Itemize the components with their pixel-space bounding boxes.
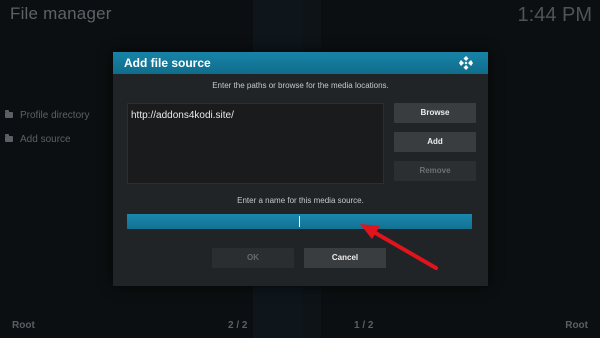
- add-button[interactable]: Add: [394, 132, 476, 152]
- path-list-item[interactable]: http://addons4kodi.site/: [131, 110, 234, 121]
- footer-left-label: Root: [12, 320, 35, 331]
- window-title: File manager: [10, 4, 112, 23]
- dialog-title: Add file source: [124, 56, 211, 70]
- path-list: http://addons4kodi.site/: [127, 103, 384, 184]
- clock: 1:44 PM: [517, 4, 592, 26]
- dialog-header: Add file source: [113, 52, 488, 74]
- sidebar-item-label: Add source: [20, 133, 71, 145]
- text-cursor: [299, 216, 300, 227]
- path-instruction: Enter the paths or browse for the media …: [212, 81, 389, 90]
- add-file-source-dialog: Add file source Enter the paths or brows…: [113, 52, 488, 286]
- sidebar-item-label: Profile directory: [20, 109, 90, 121]
- cancel-button[interactable]: Cancel: [304, 248, 386, 268]
- remove-button[interactable]: Remove: [394, 161, 476, 181]
- footer-left-page: 2 / 2: [228, 320, 248, 331]
- folder-icon: [5, 134, 13, 142]
- footer-right-page: 1 / 2: [354, 320, 374, 331]
- sidebar: Profile directory Add source: [5, 104, 115, 152]
- sidebar-item-profile-directory[interactable]: Profile directory: [5, 104, 115, 126]
- kodi-screen: File manager 1:44 PM Profile directory A…: [0, 0, 600, 338]
- sidebar-item-add-source[interactable]: Add source: [5, 128, 115, 150]
- kodi-logo-icon: [459, 56, 473, 70]
- browse-button[interactable]: Browse: [394, 103, 476, 123]
- folder-icon: [5, 110, 13, 118]
- source-name-input[interactable]: [127, 214, 472, 229]
- footer-right-label: Root: [565, 320, 588, 331]
- ok-button[interactable]: OK: [212, 248, 294, 268]
- name-instruction: Enter a name for this media source.: [237, 196, 364, 205]
